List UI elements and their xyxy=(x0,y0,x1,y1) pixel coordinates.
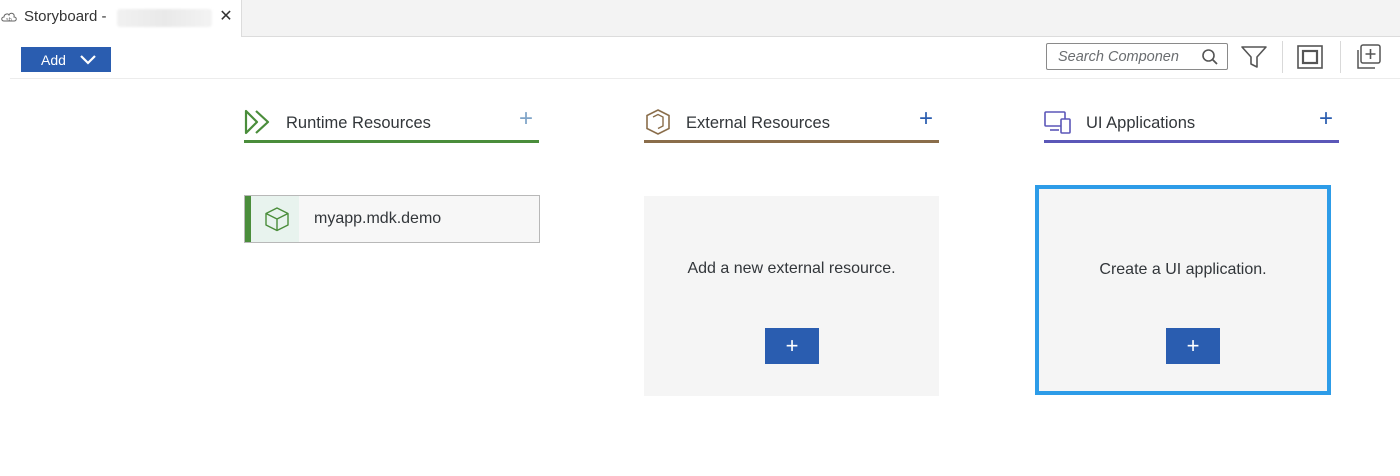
create-ui-application-plus-button[interactable]: + xyxy=(1166,328,1220,364)
column-title: UI Applications xyxy=(1086,114,1196,132)
add-button[interactable]: Add xyxy=(21,47,111,72)
external-resource-placeholder: Add a new external resource. + xyxy=(644,196,939,396)
search-box xyxy=(1046,43,1228,70)
add-button-label: Add xyxy=(41,51,66,68)
add-ui-application-button[interactable]: + xyxy=(1315,107,1337,131)
column-underline xyxy=(644,140,939,143)
column-header-external: External Resources + xyxy=(644,107,939,143)
devices-icon xyxy=(1044,111,1071,134)
runtime-forward-icon xyxy=(244,109,270,135)
column-title: Runtime Resources xyxy=(286,114,431,132)
chevron-down-icon xyxy=(80,54,96,65)
search-input[interactable] xyxy=(1047,44,1197,69)
placeholder-text: Create a UI application. xyxy=(1099,261,1267,278)
column-underline xyxy=(244,140,539,143)
cloud-icon: sb xyxy=(1,12,17,23)
toolbar-separator xyxy=(1340,41,1341,73)
ui-application-placeholder[interactable]: Create a UI application. + xyxy=(1035,185,1331,395)
cube-icon xyxy=(265,207,289,232)
hexagon-icon xyxy=(646,109,670,135)
add-frame-icon[interactable] xyxy=(1354,44,1382,70)
runtime-resource-card[interactable]: myapp.mdk.demo xyxy=(244,195,540,243)
add-runtime-resource-button[interactable]: + xyxy=(515,107,537,131)
toolbar-separator xyxy=(1282,41,1283,73)
tab-title: Storyboard - xyxy=(24,8,107,25)
column-header-runtime: Runtime Resources + xyxy=(244,107,539,143)
runtime-resource-name: myapp.mdk.demo xyxy=(314,210,442,227)
column-title: External Resources xyxy=(686,114,830,132)
close-icon[interactable]: ✕ xyxy=(217,7,235,27)
fit-to-screen-icon[interactable] xyxy=(1296,44,1324,70)
column-header-ui: UI Applications + xyxy=(1044,107,1339,143)
filter-icon[interactable] xyxy=(1240,44,1268,70)
tab-storyboard[interactable]: sb Storyboard - ✕ xyxy=(0,0,242,37)
placeholder-text: Add a new external resource. xyxy=(687,260,896,277)
redacted-project-name xyxy=(117,9,212,27)
card-icon-box xyxy=(251,196,299,242)
search-icon[interactable] xyxy=(1201,48,1219,66)
toolbar: Add xyxy=(10,38,1400,79)
column-underline xyxy=(1044,140,1339,143)
add-external-resource-button[interactable]: + xyxy=(915,107,937,131)
svg-text:sb: sb xyxy=(6,17,12,23)
tab-bar: sb Storyboard - ✕ xyxy=(0,0,1400,37)
add-external-resource-plus-button[interactable]: + xyxy=(765,328,819,364)
